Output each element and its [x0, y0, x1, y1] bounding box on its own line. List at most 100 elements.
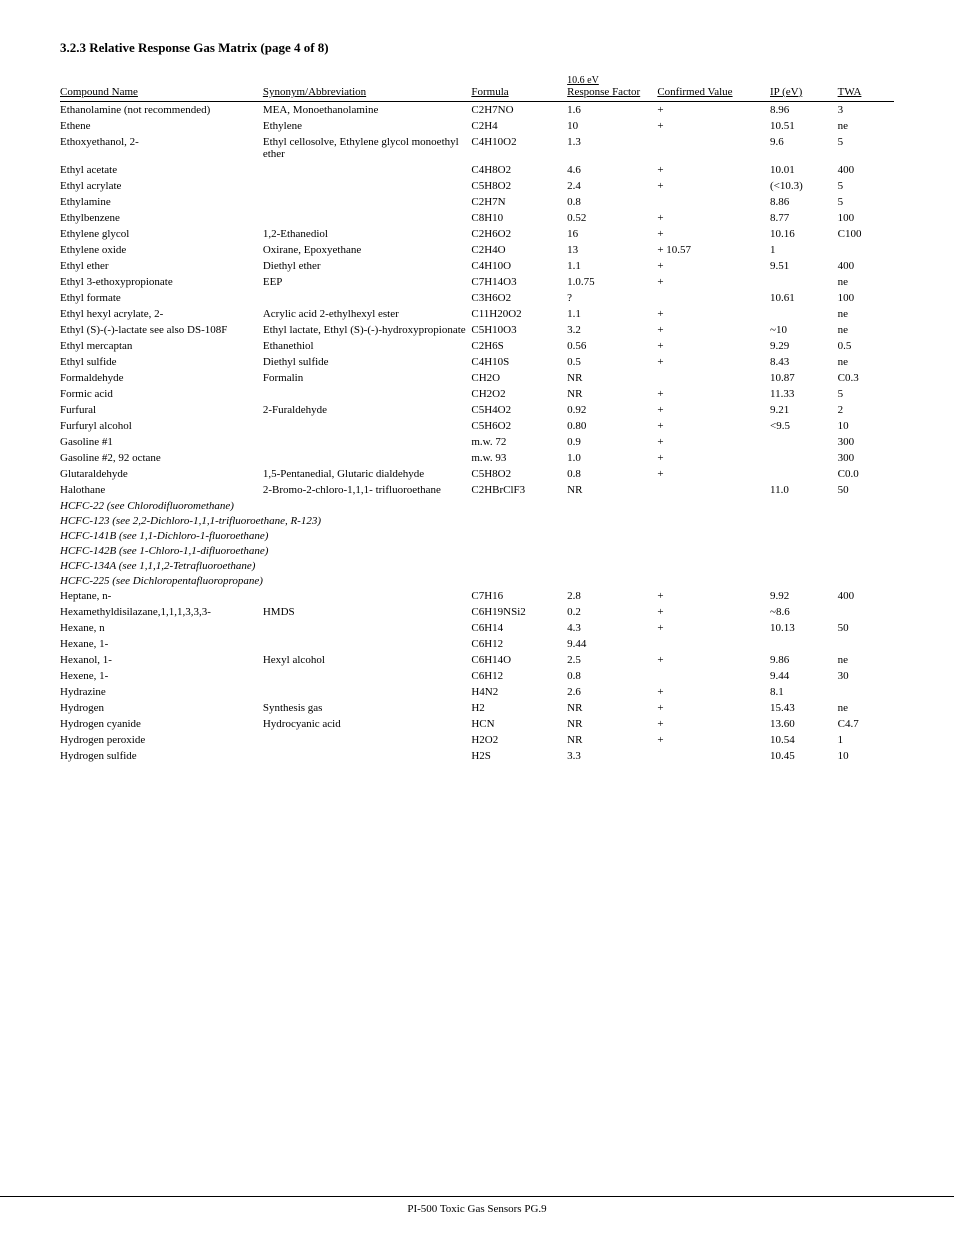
cell-confirmed	[657, 668, 770, 684]
cell-formula: m.w. 93	[471, 450, 567, 466]
cell-confirmed: +	[657, 684, 770, 700]
cell-formula: C11H20O2	[471, 306, 567, 322]
cell-compound: Hexamethyldisilazane,1,1,1,3,3,3-	[60, 604, 263, 620]
cell-confirmed: +	[657, 338, 770, 354]
table-row: Glutaraldehyde1,5-Pentanedial, Glutaric …	[60, 466, 894, 482]
cell-compound: Ethylamine	[60, 194, 263, 210]
cell-confirmed: +	[657, 386, 770, 402]
cell-twa: 400	[838, 588, 894, 604]
col-header-ip: IP (eV)	[770, 74, 838, 102]
cell-confirmed: +	[657, 306, 770, 322]
table-row: Furfuryl alcoholC5H6O20.80+<9.510	[60, 418, 894, 434]
cell-confirmed: +	[657, 322, 770, 338]
cell-synonym: Ethylene	[263, 118, 472, 134]
cell-synonym	[263, 668, 472, 684]
cell-ip: (<10.3)	[770, 178, 838, 194]
cell-ip: 10.51	[770, 118, 838, 134]
cell-twa: C0.3	[838, 370, 894, 386]
cell-twa: 5	[838, 178, 894, 194]
cell-confirmed	[657, 482, 770, 498]
cell-rf: 1.1	[567, 306, 657, 322]
table-row: Ethyl acrylateC5H8O22.4+(<10.3)5	[60, 178, 894, 194]
cell-synonym	[263, 620, 472, 636]
cell-rf: 2.4	[567, 178, 657, 194]
cell-confirmed: +	[657, 588, 770, 604]
cell-twa: 5	[838, 386, 894, 402]
page: 3.2.3 Relative Response Gas Matrix (page…	[0, 0, 954, 1235]
cell-confirmed: +	[657, 162, 770, 178]
cell-formula: CH2O	[471, 370, 567, 386]
cell-confirmed: +	[657, 700, 770, 716]
cell-confirmed: +	[657, 178, 770, 194]
cell-twa	[838, 636, 894, 652]
cell-synonym: HMDS	[263, 604, 472, 620]
cell-rf: 3.3	[567, 748, 657, 764]
table-row: Ethyl (S)-(-)-lactate see also DS-108FEt…	[60, 322, 894, 338]
cell-compound: Hexane, n	[60, 620, 263, 636]
cell-ip: <9.5	[770, 418, 838, 434]
cell-twa: 400	[838, 162, 894, 178]
cell-synonym	[263, 194, 472, 210]
cell-formula: m.w. 72	[471, 434, 567, 450]
table-row: HCFC-134A (see 1,1,1,2-Tetrafluoroethane…	[60, 558, 894, 573]
cell-confirmed: +	[657, 274, 770, 290]
cell-twa: C4.7	[838, 716, 894, 732]
cell-rf: NR	[567, 716, 657, 732]
cell-formula: C5H6O2	[471, 418, 567, 434]
cell-confirmed: +	[657, 450, 770, 466]
table-row: HCFC-123 (see 2,2-Dichloro-1,1,1-trifluo…	[60, 513, 894, 528]
table-row: Ethylene oxideOxirane, EpoxyethaneC2H4O1…	[60, 242, 894, 258]
col-header-synonym: Synonym/Abbreviation	[263, 74, 472, 102]
cell-formula: C3H6O2	[471, 290, 567, 306]
table-row: Gasoline #2, 92 octanem.w. 931.0+300	[60, 450, 894, 466]
cell-formula: C2H7N	[471, 194, 567, 210]
cell-formula: C6H14	[471, 620, 567, 636]
table-row: HCFC-141B (see 1,1-Dichloro-1-fluoroetha…	[60, 528, 894, 543]
cell-compound: Hydrogen cyanide	[60, 716, 263, 732]
cell-compound: Ethylbenzene	[60, 210, 263, 226]
cell-confirmed	[657, 134, 770, 162]
cell-formula: C6H12	[471, 636, 567, 652]
cell-compound: Hexane, 1-	[60, 636, 263, 652]
cell-ip: 9.51	[770, 258, 838, 274]
cell-rf: 10	[567, 118, 657, 134]
cell-rf: 1.0	[567, 450, 657, 466]
cell-twa: 10	[838, 748, 894, 764]
cell-rf: 16	[567, 226, 657, 242]
cell-compound: Ethyl 3-ethoxypropionate	[60, 274, 263, 290]
cell-rf: 0.9	[567, 434, 657, 450]
table-row: HydrogenSynthesis gasH2NR+15.43ne	[60, 700, 894, 716]
cell-synonym: 2-Furaldehyde	[263, 402, 472, 418]
cell-rf: 2.5	[567, 652, 657, 668]
table-row: Ethyl hexyl acrylate, 2-Acrylic acid 2-e…	[60, 306, 894, 322]
cell-synonym: 1,2-Ethanediol	[263, 226, 472, 242]
cell-compound: Ethene	[60, 118, 263, 134]
cell-ip: 13.60	[770, 716, 838, 732]
cell-ip	[770, 274, 838, 290]
cell-compound: Ethyl sulfide	[60, 354, 263, 370]
cell-rf: 0.8	[567, 668, 657, 684]
cell-synonym	[263, 636, 472, 652]
cell-compound: Ethylene oxide	[60, 242, 263, 258]
cell-twa: 30	[838, 668, 894, 684]
cell-twa: 2	[838, 402, 894, 418]
cell-formula: C2H7NO	[471, 102, 567, 119]
cell-compound: Heptane, n-	[60, 588, 263, 604]
cell-formula: H2S	[471, 748, 567, 764]
cell-synonym	[263, 418, 472, 434]
cell-confirmed: +	[657, 118, 770, 134]
cell-formula: H2O2	[471, 732, 567, 748]
cell-ip	[770, 306, 838, 322]
table-row: Gasoline #1m.w. 720.9+300	[60, 434, 894, 450]
cell-synonym: 2-Bromo-2-chloro-1,1,1- trifluoroethane	[263, 482, 472, 498]
cell-formula: C2H6O2	[471, 226, 567, 242]
cell-rf: NR	[567, 370, 657, 386]
cell-confirmed: +	[657, 620, 770, 636]
cell-ip: 8.86	[770, 194, 838, 210]
cell-rf: 1.3	[567, 134, 657, 162]
table-row: Ethoxyethanol, 2-Ethyl cellosolve, Ethyl…	[60, 134, 894, 162]
cell-twa: 5	[838, 194, 894, 210]
cell-ip: 9.44	[770, 668, 838, 684]
table-row: Hydrogen peroxideH2O2NR+10.541	[60, 732, 894, 748]
table-row: Hexane, 1-C6H129.44	[60, 636, 894, 652]
